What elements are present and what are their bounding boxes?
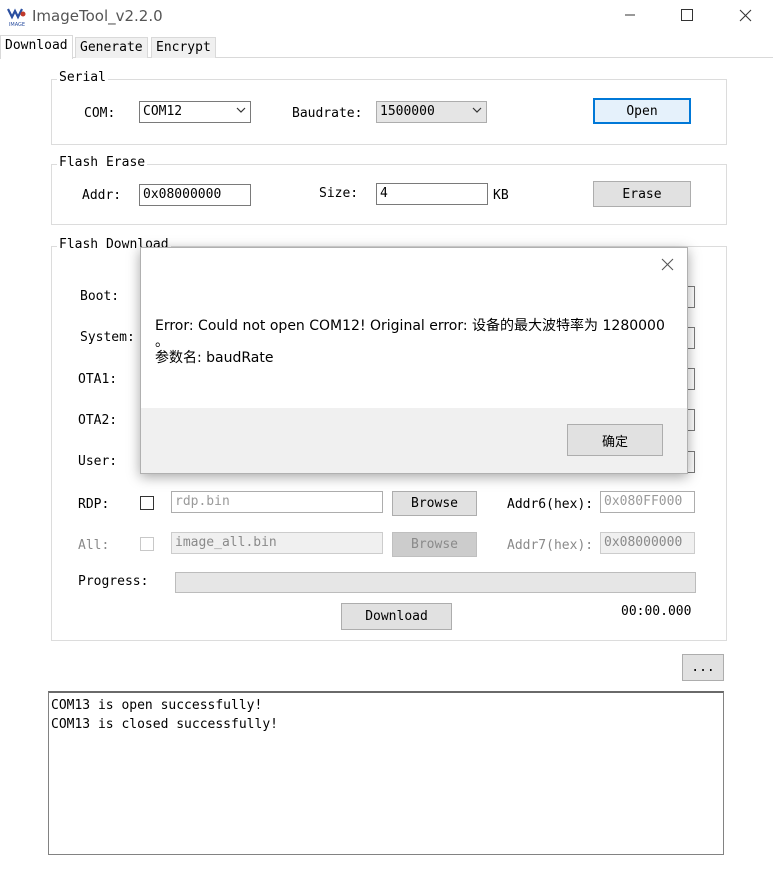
all-checkbox[interactable]: [140, 537, 154, 551]
serial-group-title: Serial: [57, 70, 108, 85]
com-select-value: COM12: [143, 104, 183, 119]
erase-size-label: Size:: [319, 186, 359, 201]
window-title: ImageTool_v2.2.0: [32, 7, 163, 25]
app-logo-icon: IMAGE: [6, 6, 28, 28]
rdp-file-input[interactable]: rdp.bin: [171, 491, 383, 513]
erase-size-unit: KB: [493, 188, 509, 203]
rdp-label: RDP:: [78, 497, 110, 512]
svg-text:IMAGE: IMAGE: [9, 22, 25, 28]
addr6-label: Addr6(hex):: [507, 497, 594, 512]
chevron-down-icon: [472, 104, 482, 120]
dialog-close-button[interactable]: [655, 254, 679, 278]
maximize-icon: [681, 9, 693, 25]
log-line: COM13 is open successfully!: [51, 698, 263, 713]
tab-generate[interactable]: Generate: [75, 37, 148, 58]
erase-addr-input[interactable]: 0x08000000: [139, 184, 251, 206]
baudrate-label: Baudrate:: [292, 106, 363, 121]
all-browse-button[interactable]: Browse: [392, 532, 477, 557]
progress-label: Progress:: [78, 574, 149, 589]
minimize-icon: [624, 9, 636, 25]
flash-erase-group-title: Flash Erase: [57, 155, 148, 170]
close-window-button[interactable]: [725, 4, 765, 30]
ota1-label: OTA1:: [78, 372, 118, 387]
all-file-input[interactable]: image_all.bin: [171, 532, 383, 554]
erase-size-input[interactable]: 4: [376, 183, 488, 205]
addr7-input[interactable]: 0x08000000: [600, 532, 695, 554]
elapsed-timer: 00:00.000: [621, 604, 692, 619]
erase-addr-label: Addr:: [82, 188, 122, 203]
log-line: COM13 is closed successfully!: [51, 717, 278, 732]
addr6-input[interactable]: 0x080FF000: [600, 491, 695, 513]
addr7-label: Addr7(hex):: [507, 538, 594, 553]
dialog-ok-button[interactable]: 确定: [567, 424, 663, 456]
baudrate-select[interactable]: 1500000: [376, 101, 487, 123]
boot-label: Boot:: [80, 289, 120, 304]
close-icon: [739, 9, 752, 26]
system-label: System:: [80, 330, 135, 345]
dialog-message: Error: Could not open COM12! Original er…: [155, 316, 675, 368]
error-dialog: Error: Could not open COM12! Original er…: [140, 247, 688, 474]
user-label: User:: [78, 454, 118, 469]
rdp-checkbox[interactable]: [140, 496, 154, 510]
tab-encrypt[interactable]: Encrypt: [151, 37, 216, 58]
erase-button[interactable]: Erase: [593, 181, 691, 207]
title-bar: IMAGE ImageTool_v2.2.0: [0, 0, 773, 34]
open-button[interactable]: Open: [593, 98, 691, 124]
com-label: COM:: [84, 106, 116, 121]
close-icon: [661, 258, 674, 275]
dialog-message-line: 。: [155, 334, 169, 350]
all-label: All:: [78, 538, 110, 553]
baudrate-select-value: 1500000: [380, 104, 435, 119]
ota2-label: OTA2:: [78, 413, 118, 428]
tab-download[interactable]: Download: [0, 35, 73, 59]
log-output[interactable]: COM13 is open successfully! COM13 is clos…: [48, 691, 724, 855]
dialog-message-line: 参数名: baudRate: [155, 350, 274, 366]
chevron-down-icon: [236, 104, 246, 120]
com-select[interactable]: COM12: [139, 101, 251, 123]
rdp-browse-button[interactable]: Browse: [392, 491, 477, 516]
dialog-message-line: Error: Could not open COM12! Original er…: [155, 318, 665, 334]
progress-bar: [175, 572, 696, 593]
more-options-button[interactable]: ...: [682, 654, 724, 681]
maximize-button[interactable]: [667, 4, 707, 30]
download-button[interactable]: Download: [341, 603, 452, 630]
minimize-button[interactable]: [610, 4, 650, 30]
